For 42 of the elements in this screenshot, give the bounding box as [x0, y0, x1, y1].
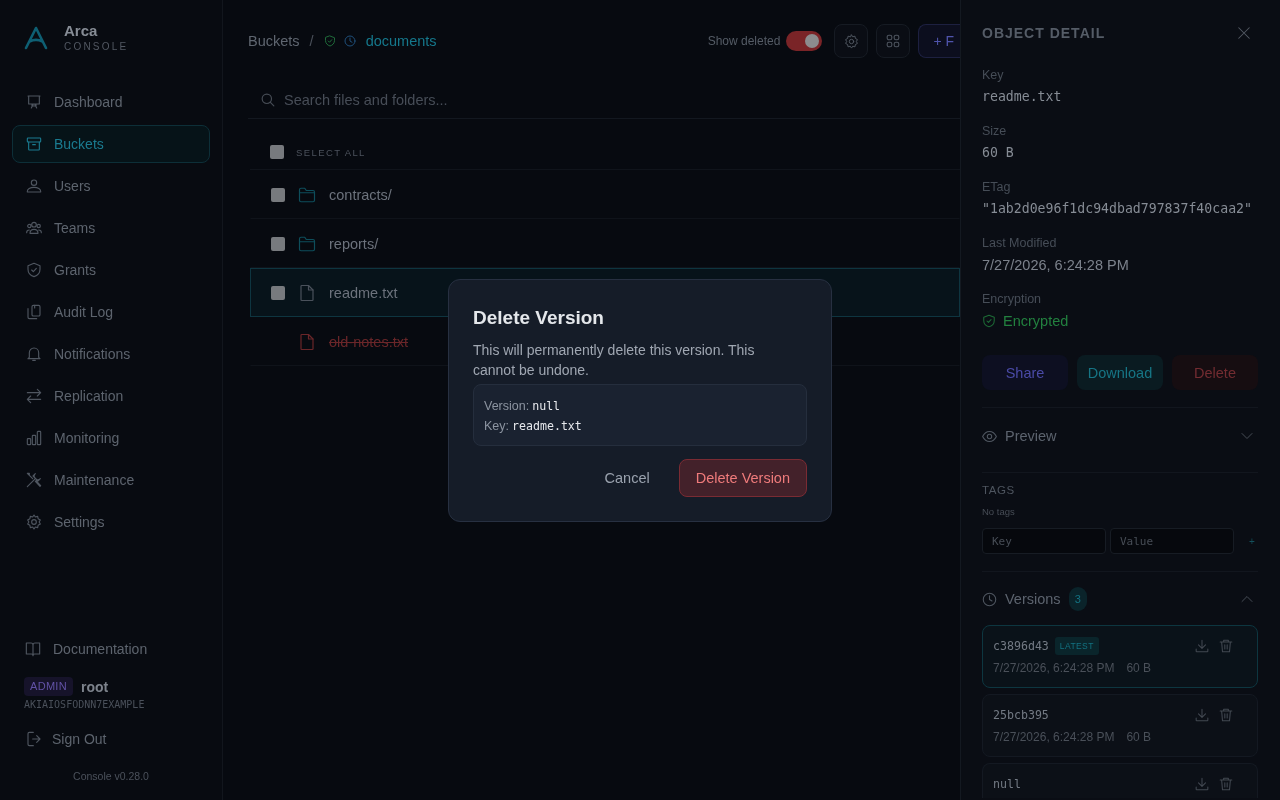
field-value: readme.txt — [982, 88, 1062, 106]
version-size: 60 B — [1126, 660, 1152, 676]
section-title: TAGS — [982, 483, 1016, 497]
version-id: 25bcb395 — [993, 708, 1049, 722]
field-value: 7/27/2026, 6:24:28 PM — [982, 256, 1129, 275]
brand-name: Arca — [64, 22, 99, 40]
version-date: 7/27/2026, 6:24:28 PM — [993, 729, 1115, 745]
encryption-status: Encrypted — [1003, 312, 1069, 331]
breadcrumb-separator: / — [309, 33, 314, 49]
version-size: 60 B — [1126, 729, 1152, 745]
field-label: Last Modified — [982, 235, 1057, 251]
dialog-message: This will permanently delete this version. This cannot be undone. — [473, 340, 756, 380]
field-label: Encryption — [982, 291, 1042, 307]
field-label: Size — [982, 123, 1007, 139]
version-id: null — [993, 777, 1021, 791]
role-badge: ADMIN — [24, 677, 73, 696]
show-deleted-label: Show deleted — [707, 34, 781, 48]
dialog-title: Delete Version — [473, 305, 605, 330]
file-name: readme.txt — [329, 284, 398, 301]
file-name: contracts/ — [329, 186, 392, 203]
field-value: 60 B — [982, 144, 1014, 162]
file-name: old-notes.txt — [329, 333, 408, 350]
version-id: c3896d43 — [993, 639, 1049, 653]
user-name: root — [80, 678, 109, 695]
field-value: "1ab2d0e96f1dc94dbad797837f40caa2" — [982, 200, 1252, 218]
empty-tags-text: No tags — [982, 506, 1016, 518]
access-key: AKIAIOSFODNN7EXAMPLE — [24, 699, 145, 711]
info-value: null — [532, 397, 561, 415]
file-name: reports/ — [329, 235, 379, 252]
bucket-name: documents — [365, 33, 437, 49]
field-label: ETag — [982, 179, 1011, 195]
field-label: Key — [982, 67, 1004, 83]
info-label: Version: — [484, 397, 530, 415]
latest-badge: LATEST — [1054, 637, 1099, 655]
version-date: 7/27/2026, 6:24:28 PM — [993, 660, 1115, 676]
brand-subtitle: CONSOLE — [64, 40, 129, 54]
info-label: Key: — [484, 417, 509, 435]
version-text: Console v0.28.0 — [73, 769, 149, 783]
select-all-label: SELECT ALL — [296, 146, 366, 158]
count-badge: 3 — [1068, 587, 1087, 611]
panel-title: OBJECT DETAIL — [982, 25, 1106, 41]
info-value: readme.txt — [512, 417, 582, 435]
